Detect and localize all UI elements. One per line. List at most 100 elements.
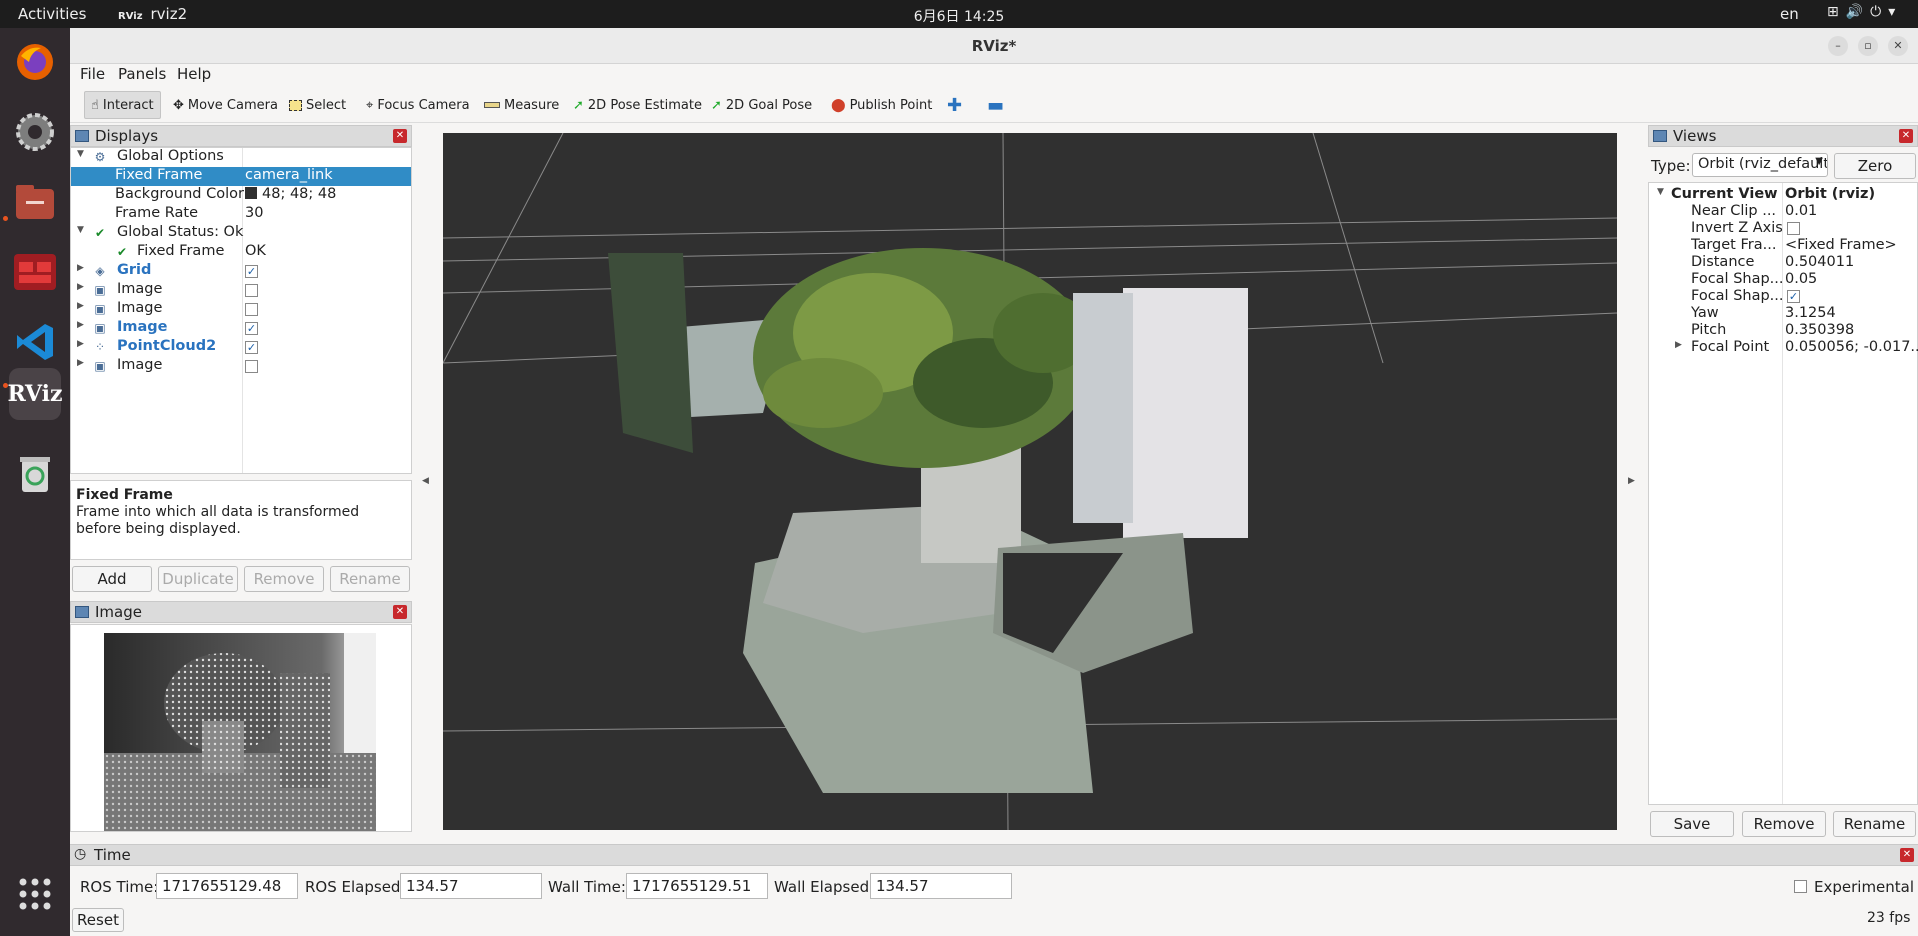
- settings-icon[interactable]: [9, 106, 61, 158]
- frame-rate-value[interactable]: 30: [245, 205, 263, 221]
- chevron-right-icon[interactable]: ▶: [77, 263, 84, 273]
- ros-time-field[interactable]: 1717655129.48: [156, 873, 298, 899]
- wall-time-field[interactable]: 1717655129.51: [626, 873, 768, 899]
- close-icon[interactable]: ✕: [1900, 848, 1914, 862]
- remove-display-button[interactable]: Remove: [244, 566, 324, 592]
- tree-row-global-options[interactable]: ▼ ⚙ Global Options: [71, 148, 411, 167]
- grid-checkbox[interactable]: ✓: [245, 265, 258, 278]
- add-tool-button[interactable]: ✚: [941, 91, 968, 119]
- close-icon[interactable]: ✕: [393, 605, 407, 619]
- focus-camera-tool[interactable]: ⌖ Focus Camera: [360, 91, 476, 119]
- tree-row-pointcloud2[interactable]: ▶ ⁘ PointCloud2 ✓: [71, 338, 411, 357]
- invert-z-row[interactable]: Invert Z Axis: [1649, 220, 1917, 237]
- tree-value[interactable]: 0.050056; -0.017...: [1785, 339, 1918, 355]
- vscode-icon[interactable]: [9, 316, 61, 368]
- fixed-frame-value[interactable]: camera_link: [245, 167, 333, 183]
- firefox-icon[interactable]: [9, 36, 61, 88]
- trash-icon[interactable]: [9, 448, 61, 500]
- rename-view-button[interactable]: Rename: [1833, 811, 1916, 837]
- chevron-right-icon[interactable]: ▶: [77, 358, 84, 368]
- maximize-button[interactable]: ▫: [1858, 36, 1878, 56]
- move-camera-tool[interactable]: ✥ Move Camera: [167, 91, 284, 119]
- image-checkbox[interactable]: [245, 360, 258, 373]
- goal-pose-tool[interactable]: ➚ 2D Goal Pose: [705, 91, 818, 119]
- image-checkbox[interactable]: ✓: [245, 322, 258, 335]
- tree-row-image[interactable]: ▶ ▣ Image ✓: [71, 319, 411, 338]
- measure-tool[interactable]: Measure: [478, 91, 565, 119]
- tree-value[interactable]: 0.01: [1785, 203, 1918, 219]
- rviz-dock-icon[interactable]: RViz: [7, 368, 63, 420]
- close-button[interactable]: ✕: [1888, 36, 1908, 56]
- save-view-button[interactable]: Save: [1650, 811, 1734, 837]
- collapse-left-arrow[interactable]: ◀: [422, 476, 429, 486]
- chevron-down-icon[interactable]: ▼: [1657, 187, 1664, 197]
- checkmark-icon: ✔: [116, 245, 128, 259]
- tree-value[interactable]: 3.1254: [1785, 305, 1918, 321]
- background-color-value[interactable]: 48; 48; 48: [245, 186, 336, 202]
- focal-shape-checkbox[interactable]: ✓: [1787, 290, 1800, 303]
- menu-help[interactable]: Help: [177, 65, 211, 83]
- distance-row[interactable]: Distance 0.504011: [1649, 254, 1917, 271]
- tree-row-image[interactable]: ▶ ▣ Image: [71, 300, 411, 319]
- chevron-right-icon[interactable]: ▶: [77, 282, 84, 292]
- publish-point-tool[interactable]: ⬤ Publish Point: [825, 91, 938, 119]
- tree-row-fixed-frame[interactable]: Fixed Frame camera_link: [71, 167, 411, 186]
- target-frame-row[interactable]: Target Fra... <Fixed Frame>: [1649, 237, 1917, 254]
- tree-value[interactable]: <Fixed Frame>: [1785, 237, 1918, 253]
- focal-shape-size-row[interactable]: Focal Shap... 0.05: [1649, 271, 1917, 288]
- remove-tool-button[interactable]: ▬: [981, 91, 1010, 119]
- tree-row-status-fixed-frame[interactable]: ✔ Fixed Frame OK: [71, 243, 411, 262]
- collapse-right-arrow[interactable]: ▶: [1628, 476, 1635, 486]
- reset-button[interactable]: Reset: [72, 908, 124, 932]
- minimize-button[interactable]: –: [1828, 36, 1848, 56]
- pitch-row[interactable]: Pitch 0.350398: [1649, 322, 1917, 339]
- close-icon[interactable]: ✕: [1899, 129, 1913, 143]
- chevron-down-icon[interactable]: ▼: [77, 225, 84, 235]
- terminal-app-icon[interactable]: [9, 246, 61, 298]
- app-grid-icon[interactable]: [9, 868, 61, 920]
- view-type-select[interactable]: Orbit (rviz_default ▼: [1692, 153, 1828, 177]
- focal-shape-fixed-row[interactable]: Focal Shap... ✓: [1649, 288, 1917, 305]
- 3d-viewport[interactable]: [443, 133, 1617, 830]
- pointcloud-checkbox[interactable]: ✓: [245, 341, 258, 354]
- tree-value[interactable]: 0.05: [1785, 271, 1918, 287]
- add-display-button[interactable]: Add: [72, 566, 152, 592]
- tree-row-global-status[interactable]: ▼ ✔ Global Status: Ok: [71, 224, 411, 243]
- zero-button[interactable]: Zero: [1834, 153, 1916, 179]
- language-indicator[interactable]: en: [1780, 5, 1799, 23]
- tree-row-image[interactable]: ▶ ▣ Image: [71, 357, 411, 376]
- tree-row-frame-rate[interactable]: Frame Rate 30: [71, 205, 411, 224]
- invert-z-checkbox[interactable]: [1787, 222, 1800, 235]
- remove-view-button[interactable]: Remove: [1742, 811, 1826, 837]
- wall-elapsed-field[interactable]: 134.57: [870, 873, 1012, 899]
- tree-value[interactable]: 0.350398: [1785, 322, 1918, 338]
- chevron-right-icon[interactable]: ▶: [77, 339, 84, 349]
- system-tray[interactable]: ⊞🔊⏻▾: [1827, 4, 1902, 20]
- tree-row-grid[interactable]: ▶ ◈ Grid ✓: [71, 262, 411, 281]
- interact-tool[interactable]: ☝ Interact: [84, 91, 161, 119]
- rename-display-button[interactable]: Rename: [330, 566, 410, 592]
- select-tool[interactable]: Select: [283, 91, 352, 119]
- close-icon[interactable]: ✕: [393, 129, 407, 143]
- chevron-right-icon[interactable]: ▶: [1675, 340, 1682, 350]
- tree-value[interactable]: 0.504011: [1785, 254, 1918, 270]
- menu-file[interactable]: File: [80, 65, 105, 83]
- experimental-checkbox[interactable]: [1794, 880, 1807, 893]
- tree-row-image[interactable]: ▶ ▣ Image: [71, 281, 411, 300]
- pose-estimate-tool[interactable]: ➚ 2D Pose Estimate: [567, 91, 708, 119]
- focal-point-row[interactable]: ▶ Focal Point 0.050056; -0.017...: [1649, 339, 1918, 356]
- chevron-down-icon[interactable]: ▼: [77, 149, 84, 159]
- ros-elapsed-field[interactable]: 134.57: [400, 873, 542, 899]
- files-icon[interactable]: [9, 176, 61, 228]
- duplicate-display-button[interactable]: Duplicate: [158, 566, 238, 592]
- near-clip-row[interactable]: Near Clip ... 0.01: [1649, 203, 1917, 220]
- yaw-row[interactable]: Yaw 3.1254: [1649, 305, 1917, 322]
- tree-row-background-color[interactable]: Background Color 48; 48; 48: [71, 186, 411, 205]
- image-checkbox[interactable]: [245, 284, 258, 297]
- clock[interactable]: 6月6日 14:25: [0, 6, 1918, 26]
- chevron-right-icon[interactable]: ▶: [77, 301, 84, 311]
- current-view-row[interactable]: ▼ Current View Orbit (rviz): [1649, 186, 1917, 203]
- image-checkbox[interactable]: [245, 303, 258, 316]
- chevron-right-icon[interactable]: ▶: [77, 320, 84, 330]
- menu-panels[interactable]: Panels: [118, 65, 166, 83]
